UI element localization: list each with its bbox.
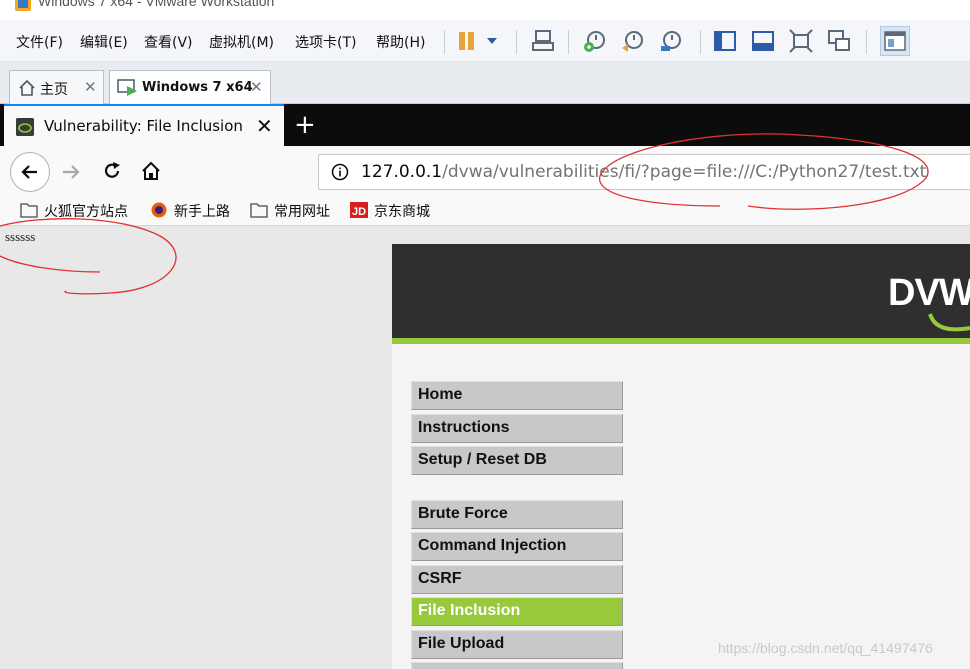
- watermark: https://blog.csdn.net/qq_41497476: [718, 640, 933, 656]
- vmware-title-bar: Windows 7 x64 - VMware Workstation: [0, 0, 970, 20]
- toolbar-separator: [568, 30, 569, 54]
- menu-vm[interactable]: 虚拟机(M): [209, 32, 274, 52]
- library-view-icon[interactable]: [880, 26, 910, 56]
- vm-tab-windows7[interactable]: Windows 7 x64 ✕: [109, 70, 271, 104]
- menu-item-partial[interactable]: [411, 662, 623, 669]
- reload-icon[interactable]: [101, 160, 123, 182]
- info-icon[interactable]: [331, 163, 349, 181]
- new-tab-button[interactable]: +: [294, 110, 316, 140]
- menu-label: Command Injection: [418, 537, 567, 554]
- vmware-menubar: 文件(F) 编辑(E) 查看(V) 虚拟机(M) 选项卡(T) 帮助(H): [0, 20, 970, 62]
- unity-icon[interactable]: [826, 28, 852, 54]
- firefox-tabstrip: Vulnerability: File Inclusion :: ✕ +: [0, 104, 970, 146]
- menu-label: File Upload: [418, 635, 505, 652]
- close-icon[interactable]: ✕: [250, 78, 263, 96]
- dvwa-header: [392, 244, 970, 344]
- send-ctrl-alt-del-icon[interactable]: [530, 28, 556, 54]
- bookmarks-bar: 火狐官方站点 新手上路 常用网址 JD 京东商城: [0, 196, 970, 226]
- dvwa-favicon-icon: [16, 118, 34, 136]
- bookmark-label: 新手上路: [174, 204, 230, 220]
- console-view-icon[interactable]: [712, 28, 738, 54]
- vmware-app-icon: [15, 0, 31, 11]
- menu-label: Setup / Reset DB: [418, 451, 547, 468]
- bookmark-firefox-official[interactable]: 火狐官方站点: [20, 200, 140, 222]
- folder-icon: [20, 203, 38, 218]
- bookmark-label: 火狐官方站点: [44, 204, 128, 220]
- window-title: Windows 7 x64 - VMware Workstation: [38, 0, 275, 9]
- folder-icon: [250, 203, 268, 218]
- menu-label: File Inclusion: [418, 602, 521, 619]
- svg-text:JD: JD: [352, 206, 366, 218]
- menu-help[interactable]: 帮助(H): [376, 32, 425, 52]
- jd-icon: JD: [350, 202, 368, 218]
- menu-file[interactable]: 文件(F): [16, 32, 63, 52]
- fullscreen-icon[interactable]: [788, 28, 814, 54]
- bookmark-getting-started[interactable]: 新手上路: [150, 200, 242, 222]
- vm-tab-label: 主页: [40, 82, 68, 98]
- toolbar-separator: [700, 30, 701, 54]
- firefox-icon: [151, 202, 167, 218]
- menu-view[interactable]: 查看(V): [144, 32, 193, 52]
- menu-csrf[interactable]: CSRF: [411, 565, 623, 594]
- dropdown-arrow-icon[interactable]: [482, 28, 502, 54]
- menu-label: Brute Force: [418, 505, 508, 522]
- included-file-output: ssssss: [5, 229, 36, 244]
- thumbnail-view-icon[interactable]: [750, 28, 776, 54]
- url-host: 127.0.0.1: [361, 162, 443, 182]
- tab-title: Vulnerability: File Inclusion ::: [44, 117, 244, 135]
- menu-edit[interactable]: 编辑(E): [80, 32, 128, 52]
- vm-tab-label: Windows 7 x64: [142, 80, 253, 95]
- bookmark-label: 京东商城: [374, 204, 430, 220]
- toolbar-separator: [444, 30, 445, 54]
- menu-label: Home: [418, 386, 463, 403]
- menu-tabs[interactable]: 选项卡(T): [295, 32, 356, 52]
- menu-label: CSRF: [418, 570, 462, 587]
- vmware-tab-bar: 主页 ✕ Windows 7 x64 ✕: [0, 62, 970, 104]
- menu-home[interactable]: Home: [411, 381, 623, 410]
- home-icon: [19, 79, 35, 96]
- menu-file-inclusion[interactable]: File Inclusion: [411, 597, 623, 626]
- bookmark-common-sites[interactable]: 常用网址: [250, 200, 342, 222]
- dvwa-logo: DVW: [888, 272, 970, 314]
- forward-arrow-icon[interactable]: [60, 161, 82, 183]
- snapshot-manager-icon[interactable]: [658, 28, 684, 54]
- firefox-tab-active[interactable]: Vulnerability: File Inclusion :: ✕: [4, 104, 284, 146]
- bookmark-label: 常用网址: [274, 204, 330, 220]
- back-button[interactable]: [10, 152, 50, 192]
- pause-icon[interactable]: [454, 28, 480, 54]
- dvwa-logo-swoosh: [928, 313, 970, 332]
- toolbar-separator: [516, 30, 517, 54]
- back-arrow-icon: [21, 165, 37, 179]
- close-icon[interactable]: ✕: [256, 114, 273, 138]
- close-icon[interactable]: ✕: [84, 78, 97, 96]
- vm-tab-home[interactable]: 主页 ✕: [9, 70, 104, 104]
- menu-instructions[interactable]: Instructions: [411, 414, 623, 443]
- menu-command-injection[interactable]: Command Injection: [411, 532, 623, 561]
- menu-file-upload[interactable]: File Upload: [411, 630, 623, 659]
- url-bar[interactable]: 127.0.0.1/dvwa/vulnerabilities/fi/?page=…: [318, 154, 970, 190]
- snapshot-take-icon[interactable]: [582, 28, 608, 54]
- url-path: /dvwa/vulnerabilities/fi/?page=file:///C…: [442, 162, 927, 182]
- menu-setup-reset-db[interactable]: Setup / Reset DB: [411, 446, 623, 475]
- bookmark-jd[interactable]: JD 京东商城: [350, 200, 442, 222]
- home-icon[interactable]: [140, 160, 162, 182]
- vm-icon: [117, 79, 137, 96]
- toolbar-separator: [866, 30, 867, 54]
- snapshot-revert-icon[interactable]: [620, 28, 646, 54]
- menu-label: Instructions: [418, 419, 510, 436]
- menu-brute-force[interactable]: Brute Force: [411, 500, 623, 529]
- url-text[interactable]: 127.0.0.1/dvwa/vulnerabilities/fi/?page=…: [361, 162, 926, 182]
